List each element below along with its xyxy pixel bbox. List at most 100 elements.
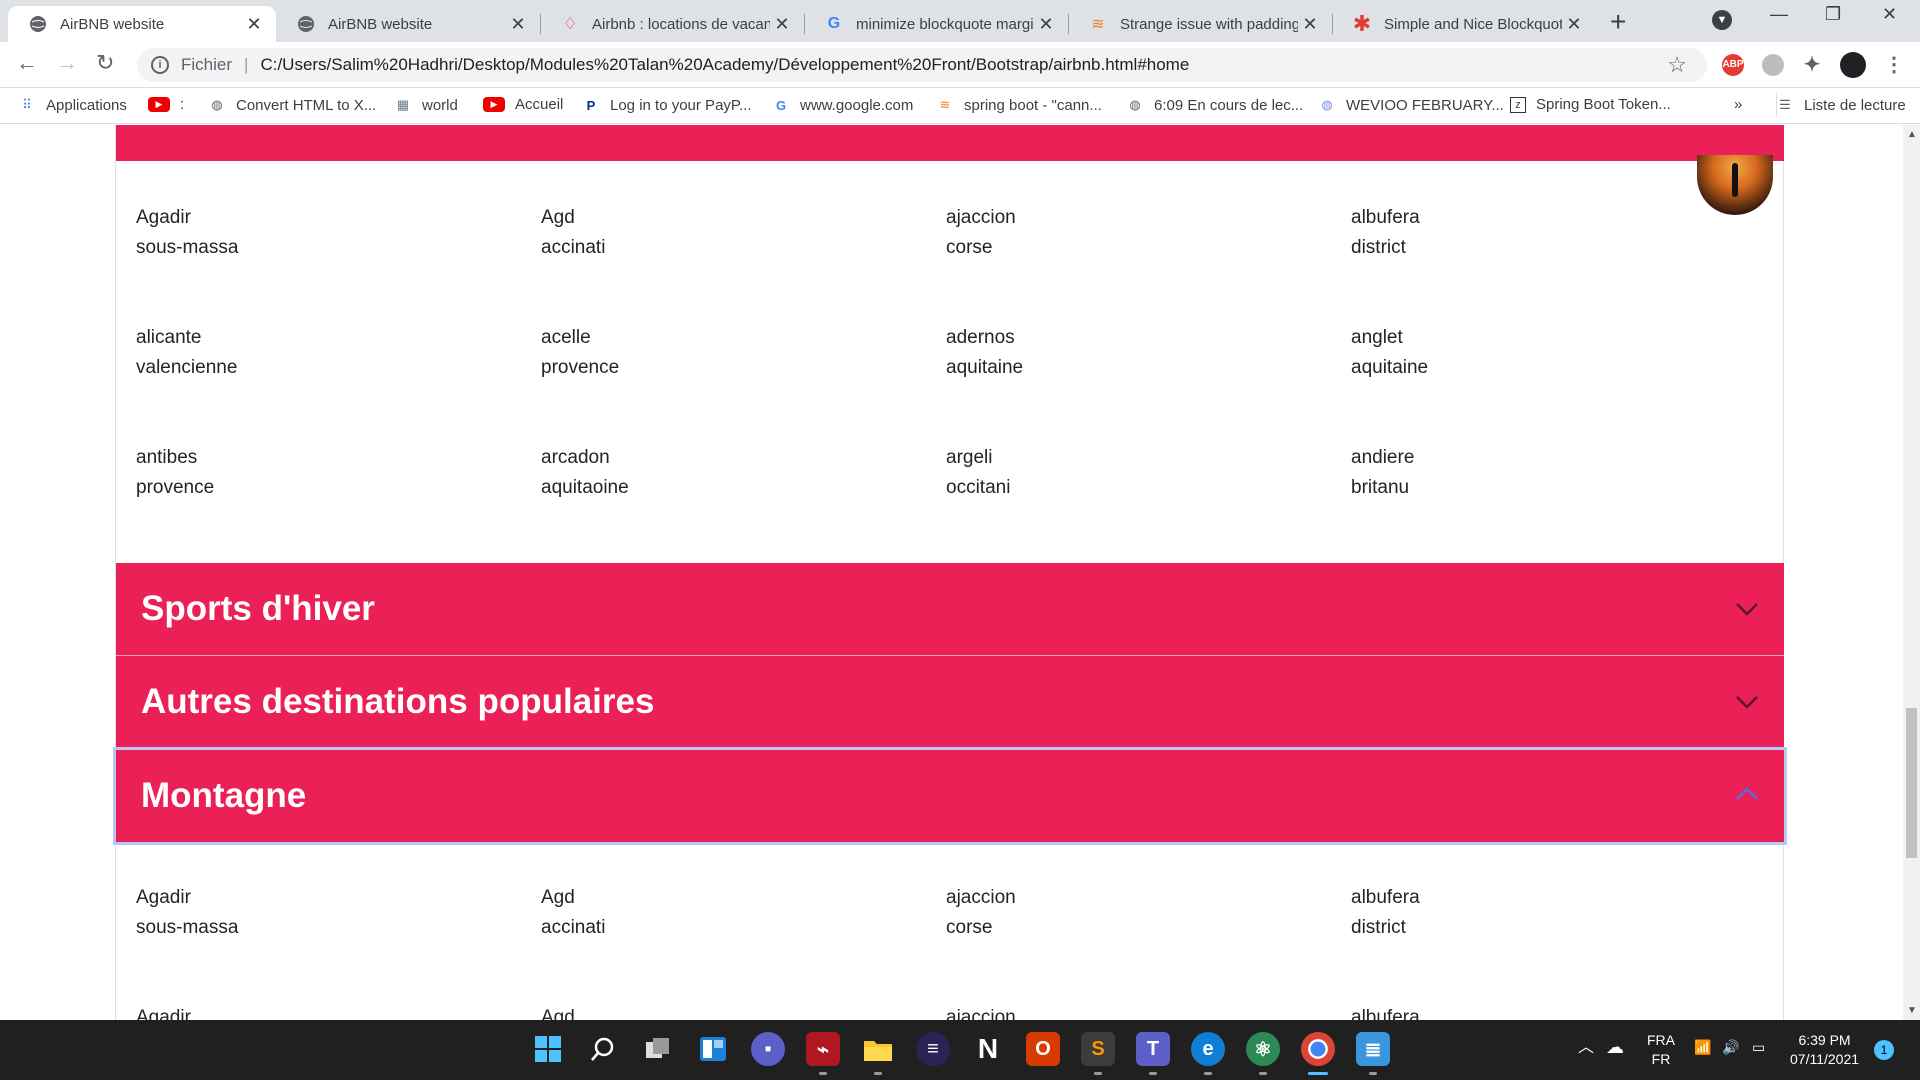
globe-icon: [296, 14, 316, 34]
file-explorer-icon[interactable]: [861, 1032, 895, 1066]
task-view-icon[interactable]: [641, 1032, 675, 1066]
battery-icon[interactable]: ▭: [1752, 1038, 1765, 1057]
stackoverflow-icon: ≋: [1091, 16, 1105, 33]
minimize-button[interactable]: —: [1770, 4, 1788, 25]
restore-button[interactable]: ❐: [1825, 4, 1841, 25]
image-icon: ▦: [396, 97, 410, 112]
destination-city: anglet: [1351, 327, 1403, 348]
destination-item[interactable]: Agd accinati: [541, 883, 921, 943]
address-bar[interactable]: i Fichier | C:/Users/Salim%20Hadhri/Desk…: [137, 48, 1707, 82]
bookmark-spring-boot[interactable]: ≋ spring boot - "cann...: [936, 96, 1102, 114]
search-icon[interactable]: [586, 1032, 620, 1066]
close-tab-icon[interactable]: ✕: [770, 14, 794, 35]
show-hidden-icons-chevron-icon[interactable]: ︿: [1578, 1038, 1594, 1057]
notepad-icon[interactable]: ≣: [1356, 1032, 1390, 1066]
globe-icon: ◍: [1129, 97, 1141, 112]
office-icon[interactable]: O: [1026, 1032, 1060, 1066]
bookmark-world[interactable]: ▦ world: [394, 96, 458, 114]
bookmark-applications[interactable]: ⠿ Applications: [18, 96, 127, 114]
more-bookmarks-button[interactable]: »: [1734, 96, 1742, 113]
destination-item[interactable]: ajaccion corse: [946, 883, 1326, 943]
tab-minimize-blockquote[interactable]: G minimize blockquote margi ✕: [804, 6, 1068, 42]
destination-item[interactable]: Agadir: [136, 1003, 516, 1020]
chevron-up-icon: [1736, 787, 1758, 800]
tab-airbnb-website-active[interactable]: AirBNB website ✕: [8, 6, 276, 42]
close-tab-icon[interactable]: ✕: [506, 14, 530, 35]
destination-item[interactable]: andiere britanu: [1351, 443, 1731, 503]
bookmark-spring-token[interactable]: z Spring Boot Token...: [1510, 96, 1671, 113]
accordion-header-autres-destinations[interactable]: Autres destinations populaires: [116, 656, 1784, 748]
tab-airbnb-locations[interactable]: ♢ Airbnb : locations de vacanc ✕: [540, 6, 804, 42]
notification-badge[interactable]: 1: [1874, 1040, 1894, 1060]
windows-start-icon[interactable]: [531, 1032, 565, 1066]
destination-item[interactable]: argeli occitani: [946, 443, 1326, 503]
scroll-up-arrow-icon[interactable]: ▲: [1907, 129, 1917, 140]
url-text[interactable]: C:/Users/Salim%20Hadhri/Desktop/Modules%…: [260, 55, 1189, 75]
teams-icon[interactable]: T: [1136, 1032, 1170, 1066]
edge-icon[interactable]: e: [1191, 1032, 1225, 1066]
bookmark-accueil[interactable]: ▶ Accueil: [483, 96, 563, 113]
onedrive-cloud-icon[interactable]: ☁: [1606, 1038, 1624, 1057]
destination-item[interactable]: Agd: [541, 1003, 921, 1020]
destination-item[interactable]: acelle provence: [541, 323, 921, 383]
destination-item[interactable]: ajaccion: [946, 1003, 1326, 1020]
destination-item[interactable]: albufera district: [1351, 883, 1731, 943]
destination-item[interactable]: albufera: [1351, 1003, 1731, 1020]
bookmark-wevioo[interactable]: ◍ WEVIOO FEBRUARY...: [1318, 96, 1504, 114]
wifi-icon[interactable]: 📶: [1694, 1038, 1711, 1057]
eclipse-icon[interactable]: ≡: [916, 1032, 950, 1066]
chrome-icon[interactable]: [1301, 1032, 1335, 1066]
tab-strange-issue[interactable]: ≋ Strange issue with padding ✕: [1068, 6, 1332, 42]
menu-kebab-icon[interactable]: ⋮: [1883, 54, 1905, 76]
profile-avatar-icon[interactable]: [1840, 52, 1866, 78]
volume-icon[interactable]: 🔊: [1722, 1038, 1739, 1057]
atom-icon[interactable]: ⚛: [1246, 1032, 1280, 1066]
destination-item[interactable]: ajaccion corse: [946, 203, 1326, 263]
destination-item[interactable]: albufera district: [1351, 203, 1731, 263]
adblock-plus-icon[interactable]: ABP: [1722, 54, 1744, 76]
destination-item[interactable]: Agadir sous-massa: [136, 203, 516, 263]
clock[interactable]: 6:39 PM 07/11/2021: [1790, 1031, 1859, 1069]
close-tab-icon[interactable]: ✕: [1034, 14, 1058, 35]
globe-icon: ◍: [211, 97, 223, 112]
bookmark-star-icon[interactable]: ☆: [1667, 52, 1687, 78]
widgets-icon[interactable]: [696, 1032, 730, 1066]
accordion-header-montagne[interactable]: Montagne: [113, 747, 1787, 845]
destination-item[interactable]: arcadon aquitaoine: [541, 443, 921, 503]
bookmark-convert-html[interactable]: ◍ Convert HTML to X...: [208, 96, 376, 114]
close-tab-icon[interactable]: ✕: [242, 14, 266, 35]
app-red-icon[interactable]: ⌁: [806, 1032, 840, 1066]
tab-search-icon[interactable]: ▼: [1712, 10, 1732, 30]
accordion-header-sports-hiver[interactable]: Sports d'hiver: [116, 563, 1784, 655]
destination-item[interactable]: adernos aquitaine: [946, 323, 1326, 383]
page-scrollbar[interactable]: ▲ ▼: [1903, 125, 1920, 1020]
scroll-down-arrow-icon[interactable]: ▼: [1907, 1005, 1917, 1016]
reading-list-button[interactable]: ☰ Liste de lecture: [1776, 96, 1906, 114]
puzzle-extensions-icon[interactable]: ✦: [1801, 54, 1823, 76]
tab-airbnb-website[interactable]: AirBNB website ✕: [276, 6, 540, 42]
scrollbar-thumb[interactable]: [1906, 708, 1917, 858]
bookmark-youtube[interactable]: ▶:: [148, 96, 184, 113]
bookmark-paypal[interactable]: P Log in to your PayP...: [582, 96, 752, 114]
destination-item[interactable]: alicante valencienne: [136, 323, 516, 383]
language-indicator[interactable]: FRA FR: [1647, 1031, 1675, 1069]
destination-item[interactable]: Agadir sous-massa: [136, 883, 516, 943]
back-arrow-icon[interactable]: ←: [16, 50, 38, 76]
extension-icon[interactable]: [1762, 54, 1784, 76]
tab-simple-blockquote[interactable]: ✱ Simple and Nice Blockquote ✕: [1332, 6, 1596, 42]
destination-item[interactable]: antibes provence: [136, 443, 516, 503]
destination-item[interactable]: Agd accinati: [541, 203, 921, 263]
close-tab-icon[interactable]: ✕: [1298, 14, 1322, 35]
close-window-button[interactable]: ✕: [1882, 4, 1897, 25]
info-icon[interactable]: i: [151, 56, 169, 74]
close-tab-icon[interactable]: ✕: [1562, 14, 1586, 35]
new-tab-button[interactable]: +: [1610, 6, 1626, 38]
bookmark-en-cours[interactable]: ◍ 6:09 En cours de lec...: [1126, 96, 1303, 114]
reload-icon[interactable]: ↻: [96, 50, 114, 76]
forward-arrow-icon[interactable]: →: [56, 50, 78, 76]
teams-chat-icon[interactable]: ▪: [751, 1032, 785, 1066]
destination-item[interactable]: anglet aquitaine: [1351, 323, 1731, 383]
bookmark-google[interactable]: Gwww.google.com: [772, 96, 913, 114]
sublime-text-icon[interactable]: S: [1081, 1032, 1115, 1066]
notion-icon[interactable]: Ν: [971, 1032, 1005, 1066]
